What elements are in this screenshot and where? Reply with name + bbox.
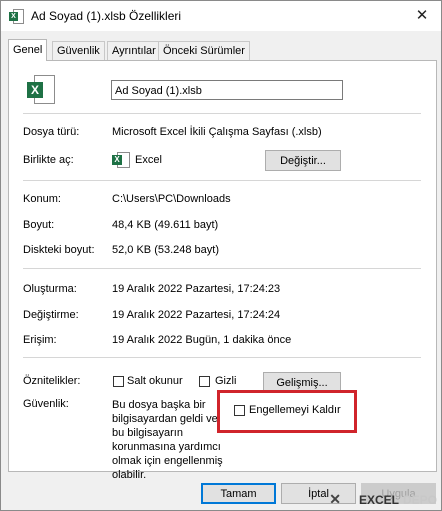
accessed-value: 19 Aralık 2022 Bugün, 1 dakika önce — [112, 334, 292, 346]
tab-guvenlik[interactable]: Güvenlik — [52, 41, 105, 60]
close-icon: ✕ — [415, 7, 429, 24]
cancel-button[interactable]: İptal — [281, 483, 356, 504]
tab-ayrintilar[interactable]: Ayrıntılar — [107, 41, 161, 60]
excel-app-icon: X — [111, 151, 130, 168]
location-label: Konum: — [23, 193, 61, 205]
close-button[interactable]: ✕ — [409, 5, 435, 27]
ok-button[interactable]: Tamam — [201, 483, 276, 504]
watermark-text: EXCEL — [358, 493, 399, 507]
modified-label: Değiştirme: — [23, 309, 79, 321]
opens-with-label: Birlikte aç: — [23, 154, 74, 166]
window-title: Ad Soyad (1).xlsb Özellikleri — [31, 9, 182, 23]
watermark-x-icon: ✕ — [329, 491, 341, 507]
modified-value: 19 Aralık 2022 Pazartesi, 17:24:24 — [112, 309, 281, 321]
readonly-checkbox[interactable] — [113, 376, 124, 387]
divider — [23, 113, 421, 114]
divider — [23, 180, 421, 181]
divider — [23, 357, 421, 358]
file-type-value: Microsoft Excel İkili Çalışma Sayfası (.… — [112, 126, 322, 138]
disk-size-value: 52,0 KB (53.248 bayt) — [112, 244, 220, 256]
title-bar: X Ad Soyad (1).xlsb Özellikleri ✕ — [1, 1, 441, 31]
hidden-label: Gizli — [215, 375, 237, 387]
opens-with-value: Excel — [135, 154, 162, 166]
accessed-label: Erişim: — [23, 334, 57, 346]
excel-file-icon: X — [25, 75, 55, 105]
disk-size-label: Diskteki boyut: — [23, 244, 95, 256]
highlight-box — [217, 390, 357, 433]
file-name-field[interactable]: Ad Soyad (1).xlsb — [111, 80, 343, 100]
size-label: Boyut: — [23, 219, 55, 231]
divider — [23, 268, 421, 269]
excel-file-icon: X — [9, 9, 24, 24]
security-message: Bu dosya başka bir bilgisayardan geldi v… — [112, 399, 223, 481]
tab-onceki-surumler[interactable]: Önceki Sürümler — [158, 41, 250, 60]
hidden-checkbox[interactable] — [199, 376, 210, 387]
properties-window: X Ad Soyad (1).xlsb Özellikleri ✕ Genel … — [0, 0, 442, 511]
tab-genel[interactable]: Genel — [8, 39, 48, 61]
readonly-label: Salt okunur — [127, 375, 183, 387]
size-value: 48,4 KB (49.611 bayt) — [112, 219, 219, 231]
file-type-label: Dosya türü: — [23, 126, 80, 138]
watermark-text: DEPO — [402, 493, 437, 507]
security-label: Güvenlik: — [23, 398, 69, 410]
attributes-label: Öznitelikler: — [23, 375, 81, 387]
created-label: Oluşturma: — [23, 283, 77, 295]
location-value: C:\Users\PC\Downloads — [112, 193, 231, 205]
change-button[interactable]: Değiştir... — [265, 150, 341, 171]
created-value: 19 Aralık 2022 Pazartesi, 17:24:23 — [112, 283, 281, 295]
